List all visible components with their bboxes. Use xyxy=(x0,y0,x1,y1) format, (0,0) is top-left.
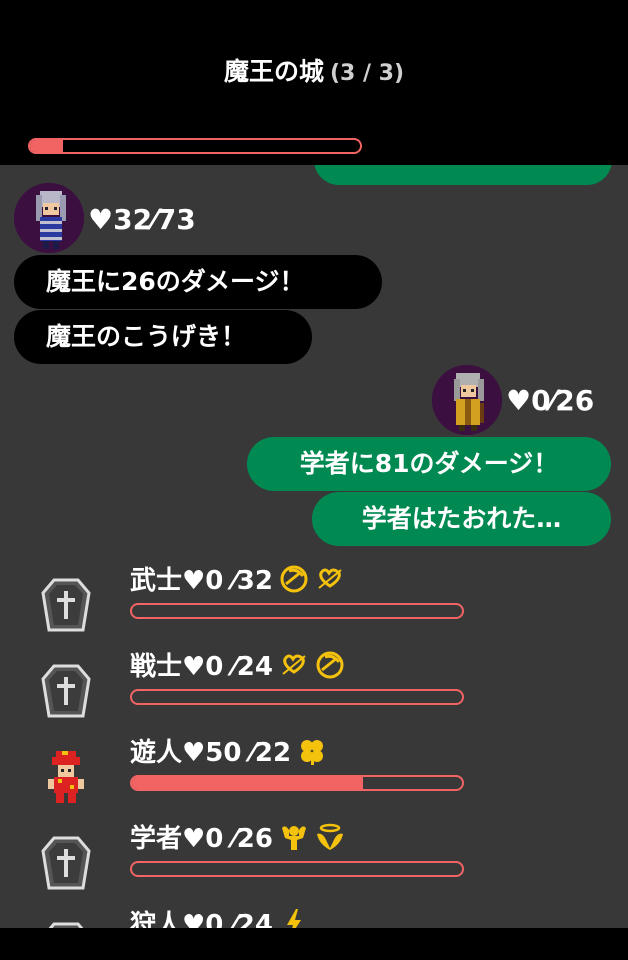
stage-progress-fill xyxy=(30,140,63,152)
pickaxe-icon xyxy=(315,650,345,680)
player-hp: ♥0⁄26 xyxy=(506,384,595,417)
party-member-status: 武士♥0 ⁄32 xyxy=(130,563,345,599)
coffin-icon xyxy=(40,835,92,891)
player-message-1: 学者に81のダメージ！ xyxy=(247,437,611,491)
party-member-row[interactable]: 遊人♥50 ⁄22 xyxy=(0,735,628,821)
enemy-message-2: 魔王のこうげき！ xyxy=(14,310,312,364)
party-member-hp-bar xyxy=(130,603,464,619)
party-member-status: 戦士♥0 ⁄24 xyxy=(130,649,345,685)
previous-player-message xyxy=(314,165,612,185)
enemy-hp: ♥32⁄73 xyxy=(88,203,196,236)
party-member-row[interactable]: 武士♥0 ⁄32 xyxy=(0,563,628,649)
player-avatar xyxy=(432,365,502,435)
party-member-status: 学者♥0 ⁄26 xyxy=(130,821,345,857)
maou-portrait-icon xyxy=(14,183,84,253)
jester-icon xyxy=(40,749,92,805)
party-member-hp-text: 狩人♥0 ⁄24 xyxy=(130,910,273,928)
coffin-icon xyxy=(40,577,92,633)
heart-bow-icon xyxy=(315,564,345,594)
stage-counter: (3 / 3) xyxy=(329,61,405,86)
header-bar: 魔王の城 (3 / 3) xyxy=(0,0,628,165)
coffin-icon xyxy=(40,921,92,928)
battle-log[interactable]: ♥32⁄73 魔王に26のダメージ！ 魔王のこうげき！ ♥0⁄26 学者に81の… xyxy=(0,165,628,928)
clover-icon xyxy=(297,736,327,766)
page-title: 魔王の城 (3 / 3) xyxy=(0,52,628,88)
party-member-row[interactable]: 狩人♥0 ⁄24 xyxy=(0,907,628,928)
hp-bar-fill xyxy=(132,777,363,789)
enemy-message-1: 魔王に26のダメージ！ xyxy=(14,255,382,309)
muscle-icon xyxy=(279,822,309,852)
heart-bow-icon xyxy=(279,650,309,680)
pickaxe-icon xyxy=(279,564,309,594)
party-member-hp-text: 武士♥0 ⁄32 xyxy=(130,566,273,596)
party-member-status: 遊人♥50 ⁄22 xyxy=(130,735,327,771)
party-member-hp-text: 学者♥0 ⁄26 xyxy=(130,824,273,854)
party-member-row[interactable]: 学者♥0 ⁄26 xyxy=(0,821,628,907)
party-member-hp-text: 遊人♥50 ⁄22 xyxy=(130,738,292,768)
lightning-icon xyxy=(279,908,309,928)
stage-progress-bar xyxy=(28,138,362,154)
scholar-portrait-icon xyxy=(432,365,502,435)
coffin-icon xyxy=(40,663,92,719)
halo-icon xyxy=(315,822,345,852)
footer-bar xyxy=(0,928,628,960)
party-member-hp-bar xyxy=(130,861,464,877)
party-member-status: 狩人♥0 ⁄24 xyxy=(130,907,309,928)
player-message-2: 学者はたおれた… xyxy=(312,492,611,546)
party-member-row[interactable]: 戦士♥0 ⁄24 xyxy=(0,649,628,735)
enemy-avatar xyxy=(14,183,84,253)
dungeon-name: 魔王の城 xyxy=(223,57,324,86)
party-member-hp-bar xyxy=(130,775,464,791)
party-member-hp-bar xyxy=(130,689,464,705)
party-member-hp-text: 戦士♥0 ⁄24 xyxy=(130,652,273,682)
